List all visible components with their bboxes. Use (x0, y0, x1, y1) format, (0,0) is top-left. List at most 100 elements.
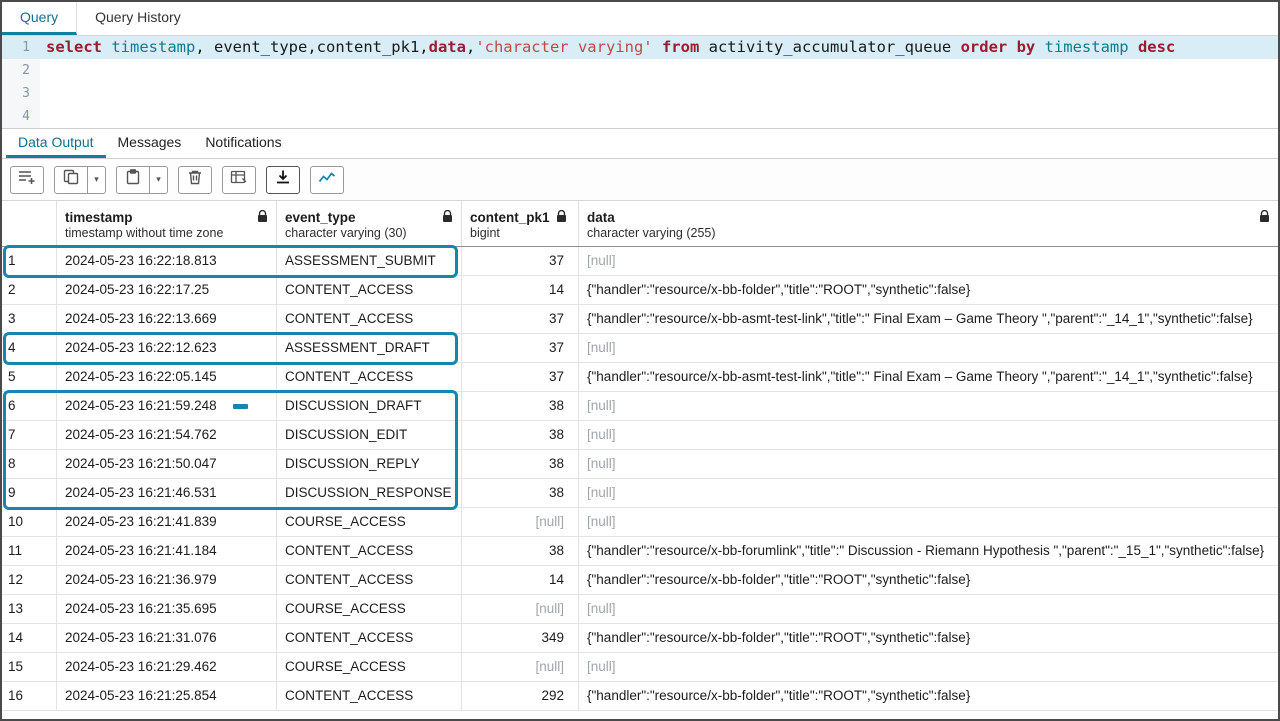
copy-options-button[interactable]: ▾ (88, 166, 106, 194)
data-cell[interactable]: {"handler":"resource/x-bb-folder","title… (579, 276, 1278, 304)
row-number-cell[interactable]: 16 (2, 682, 57, 710)
data-cell[interactable]: {"handler":"resource/x-bb-asmt-test-link… (579, 305, 1278, 333)
data-cell[interactable]: [null] (579, 653, 1278, 681)
code-line[interactable] (40, 105, 1278, 128)
event-type-cell[interactable]: DISCUSSION_REPLY (277, 450, 462, 478)
timestamp-cell[interactable]: 2024-05-23 16:21:41.839 (57, 508, 277, 536)
paste-button[interactable] (116, 166, 150, 194)
row-number-cell[interactable]: 4 (2, 334, 57, 362)
row-number-cell[interactable]: 1 (2, 247, 57, 275)
copy-button[interactable] (54, 166, 88, 194)
add-row-button[interactable] (10, 166, 44, 194)
data-cell[interactable]: [null] (579, 392, 1278, 420)
event-type-cell[interactable]: COURSE_ACCESS (277, 595, 462, 623)
event-type-cell[interactable]: CONTENT_ACCESS (277, 363, 462, 391)
data-cell[interactable]: [null] (579, 421, 1278, 449)
timestamp-cell[interactable]: 2024-05-23 16:21:50.047 (57, 450, 277, 478)
event-type-cell[interactable]: CONTENT_ACCESS (277, 566, 462, 594)
event-type-cell[interactable]: CONTENT_ACCESS (277, 624, 462, 652)
event-type-cell[interactable]: CONTENT_ACCESS (277, 682, 462, 710)
data-cell[interactable]: [null] (579, 595, 1278, 623)
header-row-number[interactable] (2, 201, 57, 246)
content-pk1-cell[interactable]: 38 (462, 537, 579, 565)
row-number-cell[interactable]: 2 (2, 276, 57, 304)
code-line[interactable] (40, 59, 1278, 82)
header-event-type[interactable]: event_type character varying (30) (277, 201, 462, 246)
content-pk1-cell[interactable]: [null] (462, 653, 579, 681)
content-pk1-cell[interactable]: [null] (462, 595, 579, 623)
code-line[interactable]: select timestamp, event_type,content_pk1… (40, 36, 1278, 59)
tab-query-history[interactable]: Query History (77, 2, 199, 35)
content-pk1-cell[interactable]: 349 (462, 624, 579, 652)
data-cell[interactable]: [null] (579, 479, 1278, 507)
content-pk1-cell[interactable]: 37 (462, 247, 579, 275)
timestamp-cell[interactable]: 2024-05-23 16:21:35.695 (57, 595, 277, 623)
sql-editor[interactable]: 1select timestamp, event_type,content_pk… (2, 36, 1278, 129)
paste-options-button[interactable]: ▾ (150, 166, 168, 194)
content-pk1-cell[interactable]: 37 (462, 305, 579, 333)
timestamp-cell[interactable]: 2024-05-23 16:21:25.854 (57, 682, 277, 710)
timestamp-cell[interactable]: 2024-05-23 16:21:31.076 (57, 624, 277, 652)
row-number-cell[interactable]: 11 (2, 537, 57, 565)
data-cell[interactable]: {"handler":"resource/x-bb-folder","title… (579, 682, 1278, 710)
event-type-cell[interactable]: ASSESSMENT_DRAFT (277, 334, 462, 362)
timestamp-cell[interactable]: 2024-05-23 16:22:05.145 (57, 363, 277, 391)
data-cell[interactable]: {"handler":"resource/x-bb-folder","title… (579, 624, 1278, 652)
data-cell[interactable]: [null] (579, 334, 1278, 362)
content-pk1-cell[interactable]: 14 (462, 276, 579, 304)
delete-button[interactable] (178, 166, 212, 194)
tab-notifications[interactable]: Notifications (193, 129, 293, 158)
tab-messages[interactable]: Messages (106, 129, 194, 158)
event-type-cell[interactable]: DISCUSSION_EDIT (277, 421, 462, 449)
timestamp-cell[interactable]: 2024-05-23 16:22:17.25 (57, 276, 277, 304)
row-number-cell[interactable]: 3 (2, 305, 57, 333)
data-cell[interactable]: {"handler":"resource/x-bb-asmt-test-link… (579, 363, 1278, 391)
row-number-cell[interactable]: 6 (2, 392, 57, 420)
event-type-cell[interactable]: CONTENT_ACCESS (277, 276, 462, 304)
tab-query[interactable]: Query (2, 2, 77, 35)
event-type-cell[interactable]: DISCUSSION_DRAFT (277, 392, 462, 420)
content-pk1-cell[interactable]: 37 (462, 334, 579, 362)
timestamp-cell[interactable]: 2024-05-23 16:22:12.623 (57, 334, 277, 362)
row-number-cell[interactable]: 7 (2, 421, 57, 449)
event-type-cell[interactable]: DISCUSSION_RESPONSE (277, 479, 462, 507)
row-number-cell[interactable]: 13 (2, 595, 57, 623)
timestamp-cell[interactable]: 2024-05-23 16:21:46.531 (57, 479, 277, 507)
row-number-cell[interactable]: 15 (2, 653, 57, 681)
row-number-cell[interactable]: 9 (2, 479, 57, 507)
download-button[interactable] (266, 166, 300, 194)
header-timestamp[interactable]: timestamp timestamp without time zone (57, 201, 277, 246)
content-pk1-cell[interactable]: 38 (462, 450, 579, 478)
row-number-cell[interactable]: 12 (2, 566, 57, 594)
chart-button[interactable] (310, 166, 344, 194)
code-line[interactable] (40, 82, 1278, 105)
content-pk1-cell[interactable]: 292 (462, 682, 579, 710)
timestamp-cell[interactable]: 2024-05-23 16:22:18.813 (57, 247, 277, 275)
header-content-pk1[interactable]: content_pk1 bigint (462, 201, 579, 246)
content-pk1-cell[interactable]: 38 (462, 392, 579, 420)
content-pk1-cell[interactable]: 38 (462, 421, 579, 449)
timestamp-cell[interactable]: 2024-05-23 16:22:13.669 (57, 305, 277, 333)
header-data[interactable]: data character varying (255) (579, 201, 1278, 246)
timestamp-cell[interactable]: 2024-05-23 16:21:59.248 (57, 392, 277, 420)
timestamp-cell[interactable]: 2024-05-23 16:21:29.462 (57, 653, 277, 681)
row-number-cell[interactable]: 8 (2, 450, 57, 478)
data-cell[interactable]: {"handler":"resource/x-bb-folder","title… (579, 566, 1278, 594)
timestamp-cell[interactable]: 2024-05-23 16:21:36.979 (57, 566, 277, 594)
event-type-cell[interactable]: COURSE_ACCESS (277, 508, 462, 536)
data-cell[interactable]: {"handler":"resource/x-bb-forumlink","ti… (579, 537, 1278, 565)
event-type-cell[interactable]: CONTENT_ACCESS (277, 305, 462, 333)
timestamp-cell[interactable]: 2024-05-23 16:21:54.762 (57, 421, 277, 449)
content-pk1-cell[interactable]: 14 (462, 566, 579, 594)
data-cell[interactable]: [null] (579, 247, 1278, 275)
tab-data-output[interactable]: Data Output (6, 129, 106, 158)
content-pk1-cell[interactable]: 37 (462, 363, 579, 391)
row-number-cell[interactable]: 5 (2, 363, 57, 391)
save-data-button[interactable] (222, 166, 256, 194)
row-number-cell[interactable]: 14 (2, 624, 57, 652)
event-type-cell[interactable]: CONTENT_ACCESS (277, 537, 462, 565)
content-pk1-cell[interactable]: [null] (462, 508, 579, 536)
row-number-cell[interactable]: 10 (2, 508, 57, 536)
data-cell[interactable]: [null] (579, 450, 1278, 478)
content-pk1-cell[interactable]: 38 (462, 479, 579, 507)
